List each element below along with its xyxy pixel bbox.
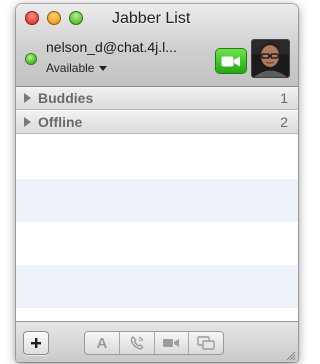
screen-share-icon [197, 336, 215, 350]
chat-actions-segmented-control: A [84, 331, 224, 355]
group-label: Buddies [38, 90, 94, 106]
text-chat-button[interactable]: A [85, 332, 120, 354]
add-button[interactable] [23, 331, 49, 355]
list-row [16, 265, 298, 308]
close-window-button[interactable] [25, 11, 39, 25]
minimize-window-button[interactable] [47, 11, 61, 25]
video-camera-icon[interactable] [216, 49, 246, 73]
phone-icon [130, 336, 143, 350]
group-count: 1 [280, 90, 288, 106]
video-chat-button[interactable] [155, 332, 190, 354]
account-name: nelson_d@chat.4j.l... [46, 39, 177, 55]
status-dropdown[interactable]: Available [46, 61, 108, 75]
avatar[interactable] [252, 40, 289, 77]
text-chat-icon: A [96, 334, 108, 352]
chevron-down-icon [99, 65, 108, 71]
group-row-offline[interactable]: Offline 2 [16, 111, 298, 134]
jabber-list-window: Jabber List nelson_d@chat.4j.l... Availa… [16, 4, 298, 362]
audio-chat-button[interactable] [120, 332, 155, 354]
plus-icon [31, 338, 41, 348]
buddy-list-area [16, 136, 298, 321]
title-bar[interactable]: Jabber List nelson_d@chat.4j.l... Availa… [16, 4, 298, 87]
status-indicator-icon [26, 54, 36, 64]
resize-grip-icon[interactable] [286, 351, 296, 361]
disclosure-triangle-icon[interactable] [24, 117, 31, 127]
group-count: 2 [280, 114, 288, 130]
list-row [16, 136, 298, 179]
group-row-buddies[interactable]: Buddies 1 [16, 87, 298, 110]
window-title: Jabber List [112, 10, 191, 27]
screen-share-button[interactable] [189, 332, 223, 354]
video-camera-icon [163, 339, 180, 347]
list-row [16, 179, 298, 222]
disclosure-triangle-icon[interactable] [24, 93, 31, 103]
status-label: Available [46, 61, 95, 75]
bottom-toolbar: A [16, 321, 298, 362]
zoom-window-button[interactable] [69, 11, 83, 25]
list-row [16, 222, 298, 265]
group-label: Offline [38, 114, 83, 130]
